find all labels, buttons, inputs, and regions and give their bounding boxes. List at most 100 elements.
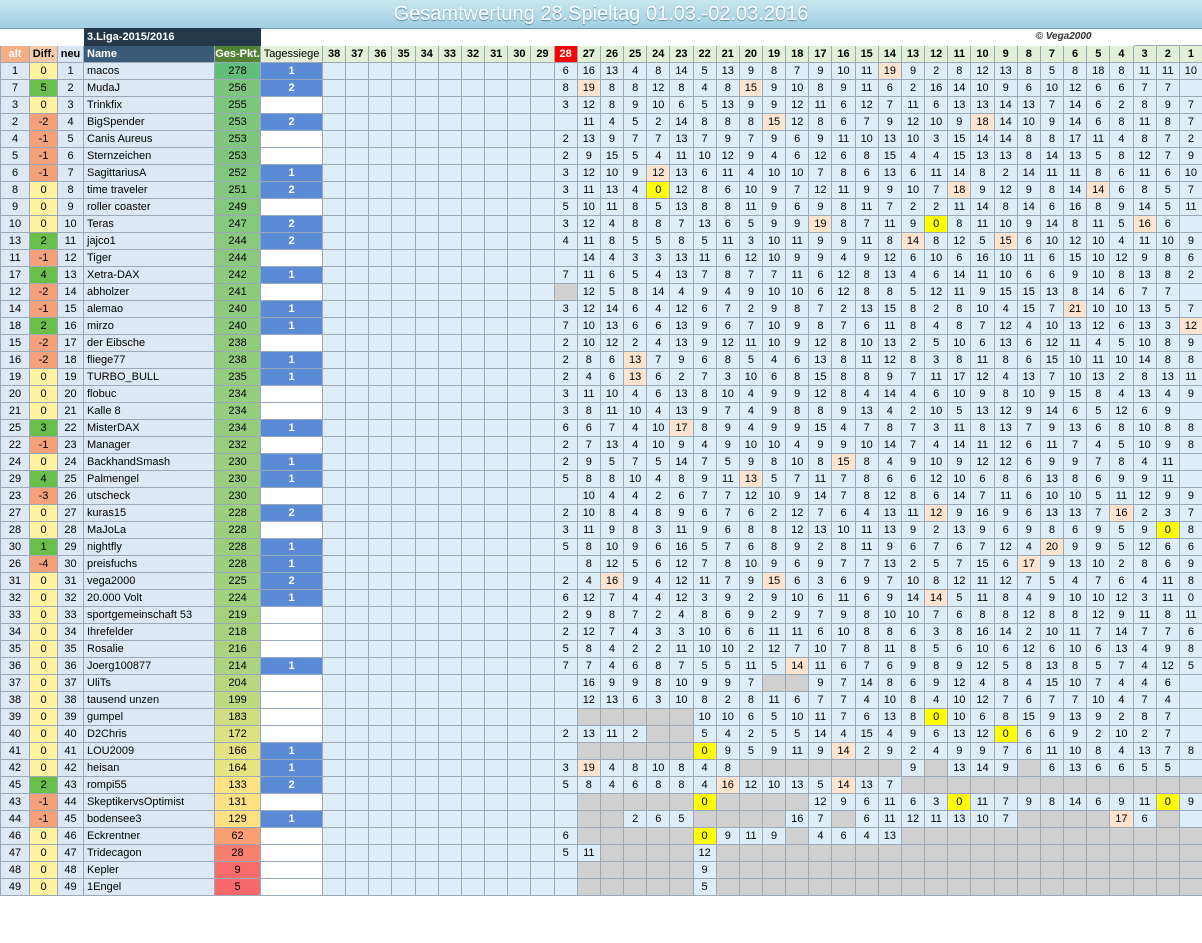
score-cell bbox=[715, 861, 740, 879]
total-points: 225 bbox=[213, 572, 262, 590]
score-cell bbox=[785, 861, 810, 879]
score-cell: 10 bbox=[1039, 232, 1065, 250]
total-points: 9 bbox=[213, 861, 262, 879]
score-cell: 8 bbox=[993, 351, 1018, 369]
score-cell-empty bbox=[507, 776, 532, 794]
score-cell: 11 bbox=[1155, 62, 1180, 80]
score-cell-empty bbox=[460, 79, 486, 97]
score-cell-empty bbox=[530, 62, 555, 80]
score-cell: 4 bbox=[1155, 691, 1180, 709]
score-cell: 3 bbox=[646, 691, 671, 709]
score-cell: 6 bbox=[715, 181, 740, 199]
rank-diff: 4 bbox=[29, 266, 58, 284]
score-cell bbox=[646, 861, 671, 879]
score-cell-empty bbox=[391, 368, 416, 386]
score-cell bbox=[669, 878, 694, 896]
rank-old: 25 bbox=[0, 419, 30, 437]
score-cell: 12 bbox=[993, 453, 1018, 471]
col-header-spieltag: 21 bbox=[715, 45, 740, 63]
player-name: fliege77 bbox=[83, 351, 215, 369]
score-cell: 11 bbox=[854, 351, 879, 369]
score-cell: 10 bbox=[924, 453, 949, 471]
score-cell: 9 bbox=[715, 674, 740, 692]
score-cell: 4 bbox=[1109, 691, 1134, 709]
score-cell: 7 bbox=[1063, 691, 1088, 709]
score-cell-empty bbox=[460, 215, 486, 233]
score-cell: 11 bbox=[970, 266, 995, 284]
rank-diff: 0 bbox=[29, 742, 58, 760]
score-cell-empty bbox=[507, 96, 532, 114]
score-cell-empty bbox=[322, 589, 347, 607]
score-cell: 5 bbox=[692, 538, 717, 556]
score-cell: 6 bbox=[1016, 487, 1041, 505]
score-cell-empty bbox=[391, 470, 416, 488]
score-cell-empty bbox=[484, 317, 509, 335]
score-cell: 4 bbox=[669, 606, 694, 624]
score-cell: 4 bbox=[715, 283, 740, 301]
score-cell-empty bbox=[345, 113, 370, 131]
score-cell: 8 bbox=[785, 300, 810, 318]
score-cell: 10 bbox=[854, 436, 879, 454]
score-cell: 4 bbox=[854, 504, 879, 522]
score-cell: 9 bbox=[669, 504, 694, 522]
score-cell: 2 bbox=[924, 300, 949, 318]
score-cell: 8 bbox=[993, 589, 1018, 607]
blank-cell bbox=[508, 29, 531, 46]
rank-diff: -1 bbox=[29, 130, 58, 148]
score-cell: 8 bbox=[576, 402, 601, 420]
total-points: 241 bbox=[213, 283, 262, 301]
score-cell: 5 bbox=[1039, 572, 1065, 590]
rank-new: 6 bbox=[57, 147, 84, 165]
score-cell-empty bbox=[507, 232, 532, 250]
score-cell: 7 bbox=[553, 266, 578, 284]
score-cell: 5 bbox=[900, 283, 926, 301]
total-points: 252 bbox=[213, 164, 262, 182]
score-cell: 8 bbox=[599, 606, 625, 624]
score-cell: 9 bbox=[854, 181, 879, 199]
score-cell bbox=[738, 878, 763, 896]
score-cell bbox=[785, 878, 810, 896]
score-cell: 6 bbox=[831, 96, 856, 114]
score-cell-empty bbox=[507, 725, 532, 743]
score-cell bbox=[599, 742, 625, 760]
score-cell: 9 bbox=[738, 96, 763, 114]
score-cell: 6 bbox=[692, 351, 717, 369]
score-cell-empty bbox=[368, 164, 393, 182]
score-cell: 4 bbox=[1132, 674, 1157, 692]
score-cell: 13 bbox=[669, 266, 694, 284]
col-header-spieltag: 5 bbox=[1086, 45, 1111, 63]
score-cell: 6 bbox=[1155, 164, 1180, 182]
score-cell: 2 bbox=[623, 334, 648, 352]
score-cell: 11 bbox=[715, 470, 740, 488]
score-cell: 7 bbox=[970, 317, 995, 335]
score-cell: 12 bbox=[1063, 232, 1088, 250]
score-cell: 8 bbox=[854, 266, 879, 284]
blank-cell bbox=[30, 29, 58, 46]
score-cell: 7 bbox=[738, 130, 763, 148]
score-cell: 7 bbox=[831, 674, 856, 692]
score-cell: 12 bbox=[924, 504, 949, 522]
rank-old: 10 bbox=[0, 215, 30, 233]
score-cell-empty bbox=[391, 708, 416, 726]
score-cell bbox=[599, 827, 625, 845]
score-cell: 7 bbox=[1178, 300, 1202, 318]
player-row: 33 0 33 sportgemeinschaft 53 219 2 9 8 7 2 4 8 6 9 2 9 7… bbox=[0, 606, 1202, 624]
score-cell-empty bbox=[368, 691, 393, 709]
score-cell-empty bbox=[322, 810, 347, 828]
score-cell-empty bbox=[391, 232, 416, 250]
score-cell: 7 bbox=[785, 181, 810, 199]
score-cell: 10 bbox=[1086, 249, 1111, 267]
score-cell: 9 bbox=[715, 827, 740, 845]
score-cell: 10 bbox=[1109, 725, 1134, 743]
rank-diff: 0 bbox=[29, 181, 58, 199]
score-cell: 5 bbox=[1109, 538, 1134, 556]
score-cell: 3 bbox=[924, 419, 949, 437]
score-cell: 11 bbox=[1132, 62, 1157, 80]
score-cell-empty bbox=[391, 555, 416, 573]
score-cell-empty bbox=[322, 266, 347, 284]
score-cell bbox=[900, 827, 926, 845]
score-cell: 6 bbox=[947, 640, 972, 658]
score-cell-empty bbox=[530, 606, 555, 624]
score-cell: 5 bbox=[669, 810, 694, 828]
score-cell: 13 bbox=[993, 334, 1018, 352]
